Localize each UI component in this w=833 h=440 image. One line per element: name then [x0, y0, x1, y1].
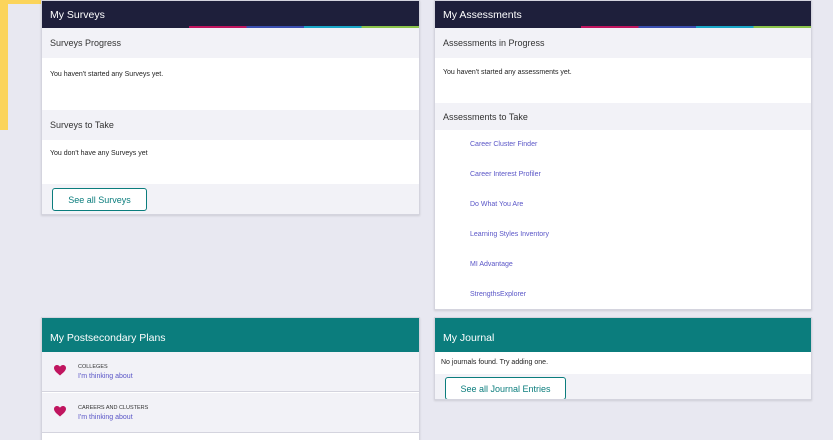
assessments-progress-text: You haven't started any assessments yet.: [443, 69, 572, 76]
assessment-link-do-what-you-are[interactable]: Do What You Are: [470, 201, 523, 208]
heart-icon[interactable]: [54, 406, 66, 417]
assessments-progress-body: You haven't started any assessments yet.: [435, 58, 811, 103]
plan-row-colleges[interactable]: COLLEGES I'm thinking about: [42, 352, 419, 392]
plan-row-careers[interactable]: CAREERS AND CLUSTERS I'm thinking about: [42, 393, 419, 433]
journal-card-title: My Journal: [443, 332, 495, 344]
surveys-to-take-body: You don't have any Surveys yet: [42, 140, 419, 185]
surveys-card-title: My Surveys: [50, 9, 105, 21]
plan-thinking-link[interactable]: I'm thinking about: [78, 373, 133, 380]
surveys-to-take-text: You don't have any Surveys yet: [50, 150, 148, 157]
header-accent-stripe: [189, 26, 419, 28]
surveys-to-take-heading: Surveys to Take: [42, 110, 419, 140]
assessment-link-career-cluster-finder[interactable]: Career Cluster Finder: [470, 141, 537, 148]
plan-category-label: CAREERS AND CLUSTERS: [78, 405, 149, 411]
assessments-card-title: My Assessments: [443, 9, 522, 21]
header-accent-stripe: [581, 26, 811, 28]
assessments-progress-heading: Assessments in Progress: [435, 28, 811, 58]
postsecondary-card-title: My Postsecondary Plans: [50, 332, 166, 344]
postsecondary-card-header: My Postsecondary Plans: [42, 318, 419, 352]
assessment-link-learning-styles-inventory[interactable]: Learning Styles Inventory: [470, 231, 549, 238]
journal-card-header: My Journal: [435, 318, 811, 352]
surveys-card: My Surveys Surveys Progress You haven't …: [41, 0, 420, 215]
heart-icon[interactable]: [54, 365, 66, 376]
postsecondary-card: My Postsecondary Plans COLLEGES I'm thin…: [41, 317, 420, 440]
surveys-progress-heading-text: Surveys Progress: [50, 38, 122, 48]
plan-category-label: COLLEGES: [78, 364, 108, 370]
assessments-to-take-heading: Assessments to Take: [435, 103, 811, 130]
accent-bar: [0, 0, 8, 130]
see-all-surveys-button[interactable]: See all Surveys: [52, 188, 147, 211]
journal-empty-text: No journals found. Try adding one.: [441, 359, 549, 366]
see-all-journal-entries-button[interactable]: See all Journal Entries: [445, 377, 566, 399]
assessments-card-header: My Assessments: [435, 1, 811, 28]
assessment-link-mi-advantage[interactable]: MI Advantage: [470, 261, 513, 268]
assessments-card: My Assessments Assessments in Progress Y…: [434, 0, 812, 310]
surveys-progress-body: You haven't started any Surveys yet.: [42, 58, 419, 110]
assessment-link-career-interest-profiler[interactable]: Career Interest Profiler: [470, 171, 541, 178]
assessment-link-strengths-explorer[interactable]: StrengthsExplorer: [470, 291, 526, 298]
surveys-progress-text: You haven't started any Surveys yet.: [50, 71, 164, 78]
assessments-progress-heading-text: Assessments in Progress: [443, 38, 545, 48]
assessments-to-take-heading-text: Assessments to Take: [443, 111, 528, 122]
surveys-to-take-heading-text: Surveys to Take: [50, 120, 114, 130]
surveys-progress-heading: Surveys Progress: [42, 28, 419, 58]
journal-empty-body: No journals found. Try adding one.: [435, 352, 811, 374]
journal-card: My Journal No journals found. Try adding…: [434, 317, 812, 400]
plan-thinking-link[interactable]: I'm thinking about: [78, 414, 133, 421]
surveys-card-header: My Surveys: [42, 1, 419, 28]
